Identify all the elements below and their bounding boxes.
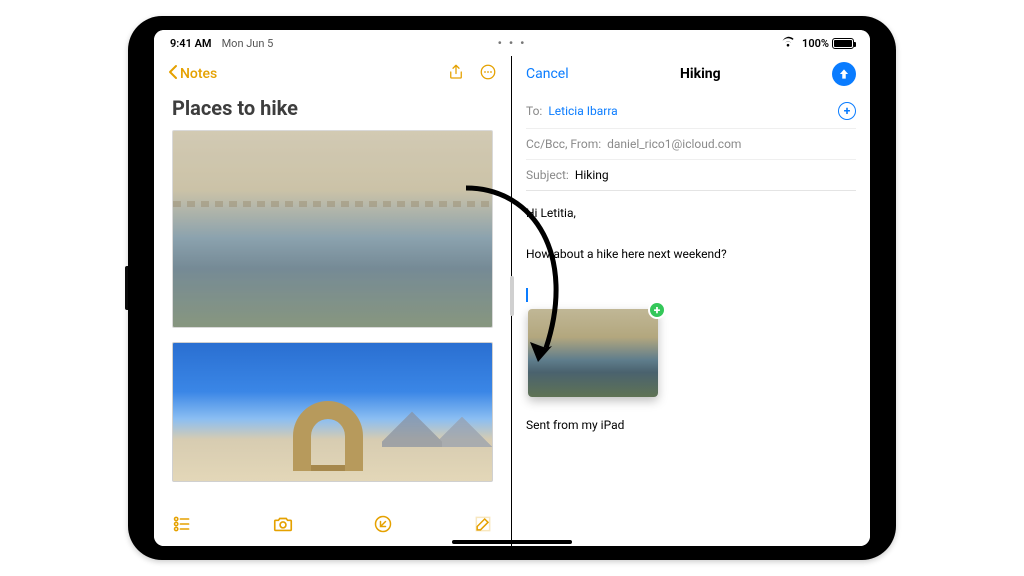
to-recipient[interactable]: Leticia Ibarra: [548, 104, 617, 118]
cancel-button[interactable]: Cancel: [526, 66, 569, 82]
compose-icon[interactable]: [473, 514, 493, 538]
send-button[interactable]: [832, 62, 856, 86]
battery-indicator: 100%: [802, 37, 854, 50]
note-photo-1[interactable]: [172, 130, 493, 328]
camera-icon[interactable]: [272, 513, 294, 539]
more-icon[interactable]: [479, 63, 497, 85]
screen: 9:41 AM Mon Jun 5 • • • 100%: [154, 30, 870, 546]
chevron-left-icon: [168, 64, 178, 84]
subject-label: Subject:: [526, 168, 569, 182]
checklist-icon[interactable]: [172, 514, 192, 538]
subject-value[interactable]: Hiking: [575, 168, 609, 182]
back-label: Notes: [180, 66, 217, 82]
drop-add-icon: +: [648, 301, 666, 319]
volume-button: [125, 266, 128, 310]
mail-compose-pane: Cancel Hiking To: Leticia Ibarra + Cc/Bc…: [512, 56, 870, 546]
mail-title: Hiking: [569, 66, 832, 82]
mail-header: Cancel Hiking: [512, 56, 870, 92]
markup-icon[interactable]: [373, 514, 393, 538]
share-icon[interactable]: [447, 63, 465, 85]
mail-fields: To: Leticia Ibarra + Cc/Bcc, From: danie…: [512, 92, 870, 193]
notes-header: Notes: [154, 56, 511, 92]
status-date: Mon Jun 5: [222, 37, 274, 50]
wifi-icon: [780, 36, 796, 50]
from-email: daniel_rico1@icloud.com: [607, 137, 741, 151]
body-greeting: Hi Letitia,: [526, 203, 856, 223]
back-button[interactable]: Notes: [168, 64, 217, 84]
signature: Sent from my iPad: [526, 415, 856, 435]
notes-pane: Notes Places to hike: [154, 56, 512, 546]
split-view: Notes Places to hike: [154, 56, 870, 546]
note-title: Places to hike: [154, 92, 511, 130]
note-body[interactable]: [154, 130, 511, 506]
text-cursor: [526, 288, 528, 302]
multitask-dots-icon[interactable]: • • •: [498, 36, 527, 50]
add-contact-icon[interactable]: +: [838, 102, 856, 120]
note-photo-2[interactable]: [172, 342, 493, 482]
ccbcc-row[interactable]: Cc/Bcc, From: daniel_rico1@icloud.com: [526, 129, 856, 160]
ccbcc-label: Cc/Bcc, From:: [526, 137, 601, 151]
to-label: To:: [526, 104, 542, 118]
ipad-device-frame: 9:41 AM Mon Jun 5 • • • 100%: [128, 16, 896, 560]
split-divider-handle[interactable]: [510, 276, 514, 316]
to-row[interactable]: To: Leticia Ibarra +: [526, 94, 856, 129]
subject-row[interactable]: Subject: Hiking: [526, 160, 856, 191]
dragged-image-thumbnail[interactable]: +: [528, 309, 658, 397]
mail-body[interactable]: Hi Letitia, How about a hike here next w…: [512, 193, 870, 546]
body-line1: How about a hike here next weekend?: [526, 244, 856, 264]
status-time: 9:41 AM: [170, 37, 212, 50]
status-bar: 9:41 AM Mon Jun 5 • • • 100%: [154, 30, 870, 56]
home-indicator[interactable]: [452, 540, 572, 544]
battery-percent: 100%: [802, 37, 829, 50]
